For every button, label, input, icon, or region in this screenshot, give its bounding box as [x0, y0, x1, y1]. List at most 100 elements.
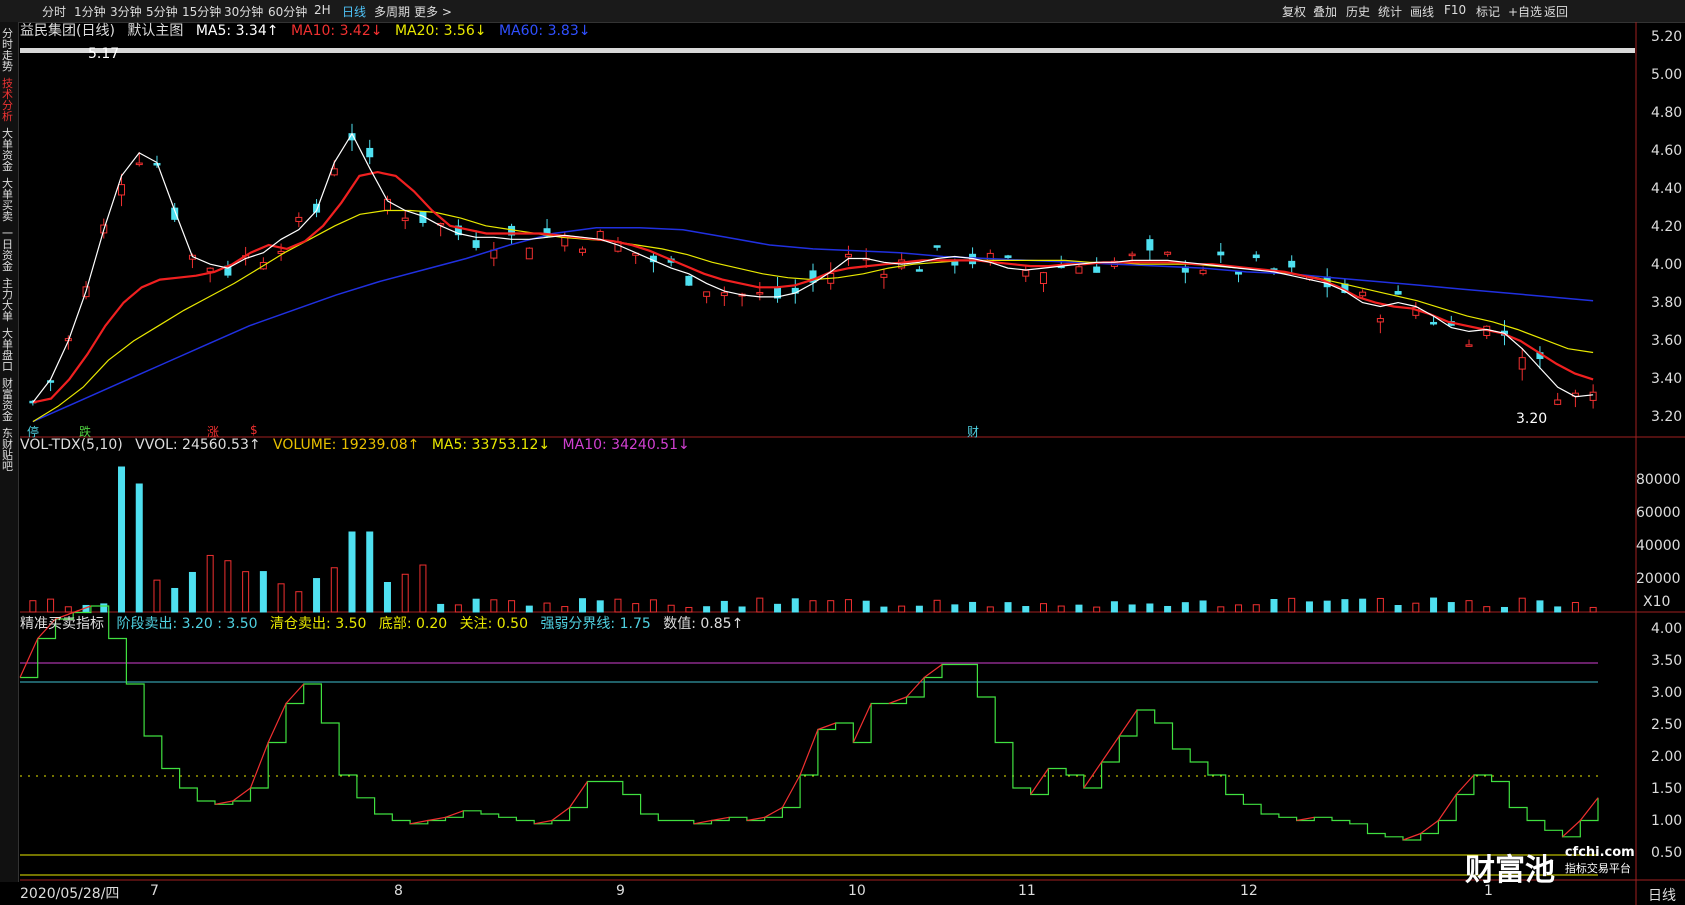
volume-bar — [1004, 602, 1012, 613]
indicator-name[interactable]: 精准买卖指标 — [20, 616, 104, 632]
indicator-green-line — [20, 605, 1599, 841]
volume-unit: X10 — [1643, 594, 1671, 610]
volume-bar — [401, 573, 409, 613]
candle-body — [1199, 269, 1207, 275]
main-indicator-name[interactable]: 默认主图 — [127, 23, 183, 39]
month-label: 11 — [1018, 883, 1036, 899]
price-tick: 5.20 — [1651, 29, 1683, 45]
volume-bar — [437, 603, 445, 613]
price-tick: 5.00 — [1651, 67, 1683, 83]
volume-bar — [454, 604, 462, 613]
volume-bar — [1235, 604, 1243, 613]
volume-bar — [1359, 598, 1367, 613]
volume-bar — [348, 531, 356, 613]
ma10-value: MA10: 3.42↓ — [290, 23, 383, 39]
volume-bar — [1589, 606, 1597, 613]
price-tick: 4.40 — [1651, 181, 1683, 197]
volume-bar — [490, 599, 498, 613]
ma5-value: MA5: 3.34↑ — [195, 23, 279, 39]
volume-tick: 80000 — [1636, 472, 1681, 488]
rise-marker: 涨 — [207, 425, 220, 439]
volume-bar — [579, 598, 587, 613]
volume-bar — [1181, 602, 1189, 613]
volume-bar — [543, 602, 551, 613]
volume-bar — [791, 598, 799, 613]
candle-body — [1217, 251, 1225, 256]
top-price-band — [20, 48, 1635, 53]
volume-bar — [295, 591, 303, 613]
volume-bar — [969, 601, 977, 613]
volume-bar — [880, 606, 888, 613]
volume-bar — [685, 606, 693, 613]
candle-body — [1376, 318, 1384, 323]
volume-bar — [525, 605, 533, 613]
candle-body — [1518, 357, 1526, 370]
volume-bar — [720, 600, 728, 613]
candle-body — [1589, 391, 1597, 401]
price-tick: 4.60 — [1651, 143, 1683, 159]
volume-bar — [649, 599, 657, 613]
indicator-tick: 2.00 — [1651, 749, 1683, 765]
ma60-value: MA60: 3.83↓ — [498, 23, 591, 39]
volume-bar — [1571, 601, 1579, 613]
volume-bar — [1057, 605, 1065, 613]
vol-ma10-value: MA10: 34240.51↓ — [562, 437, 690, 453]
candle-body — [1235, 271, 1243, 275]
indicator-tick: 0.50 — [1651, 845, 1683, 861]
first-date-label: 2020/05/28/四 — [20, 886, 120, 902]
volume-bar — [171, 587, 179, 613]
ma60-line — [32, 226, 1594, 423]
volume-tick: 20000 — [1636, 571, 1681, 587]
watermark-logo: 财富池 cfchi.com 指标交易平台 — [1465, 845, 1635, 889]
ma20-line — [32, 209, 1594, 423]
watermark-site: cfchi.com — [1564, 845, 1635, 860]
volume-bar — [1394, 605, 1402, 613]
month-label: 10 — [848, 883, 866, 899]
high-price-label: 5.17 — [88, 46, 120, 62]
volume-bar — [1093, 606, 1101, 613]
watermark-brand: 财富池 — [1465, 853, 1555, 888]
candle-body — [1465, 344, 1473, 347]
volume-tick: 60000 — [1636, 505, 1681, 521]
watch-value: 关注: 0.50 — [459, 616, 528, 632]
volume-bar — [1376, 597, 1384, 613]
volume-bar — [703, 606, 711, 613]
period-label: 日线 — [1648, 888, 1676, 904]
halt-marker: 停 — [27, 425, 40, 439]
volume-bar — [1483, 606, 1491, 613]
volume-bar — [1465, 600, 1473, 613]
volume-bar — [809, 600, 817, 613]
price-tick: 4.80 — [1651, 105, 1683, 121]
candle-body — [1022, 269, 1030, 277]
candle-body — [295, 216, 303, 222]
indicator-value: 数值: 0.85↑ — [663, 616, 744, 632]
volume-bar — [64, 606, 72, 613]
volume-bar — [383, 582, 391, 613]
volume-bar — [1447, 602, 1455, 613]
indicator-legend: 精准买卖指标 阶段卖出: 3.20 : 3.50 清仓卖出: 3.50 底部: … — [20, 613, 751, 633]
strength-line-value: 强弱分界线: 1.75 — [540, 616, 651, 632]
indicator-red-line — [19, 605, 1599, 841]
indicator-tick: 1.50 — [1651, 781, 1683, 797]
finance-marker: 财 — [967, 425, 980, 439]
volume-bar — [844, 599, 852, 613]
candle-body — [525, 247, 533, 260]
volume-bar — [366, 531, 374, 613]
candle-body — [1359, 291, 1367, 297]
candle-body — [1093, 266, 1101, 273]
candle-body — [685, 275, 693, 286]
volume-legend: VOL-TDX(5,10) VVOL: 24560.53↑ VOLUME: 19… — [20, 437, 698, 453]
candle-body — [1004, 255, 1012, 258]
volume-bar — [1110, 601, 1118, 613]
volume-bar — [47, 598, 55, 613]
volume-bar — [118, 466, 126, 613]
volume-bar — [1536, 600, 1544, 613]
candle-body — [1039, 272, 1047, 284]
volume-bar — [1288, 597, 1296, 613]
volume-bar — [1270, 598, 1278, 613]
low-price-label: 3.20 — [1516, 411, 1548, 427]
candle-body — [1146, 239, 1154, 251]
candle-body — [206, 267, 214, 273]
month-label: 8 — [394, 883, 403, 899]
volume-bar — [986, 606, 994, 613]
